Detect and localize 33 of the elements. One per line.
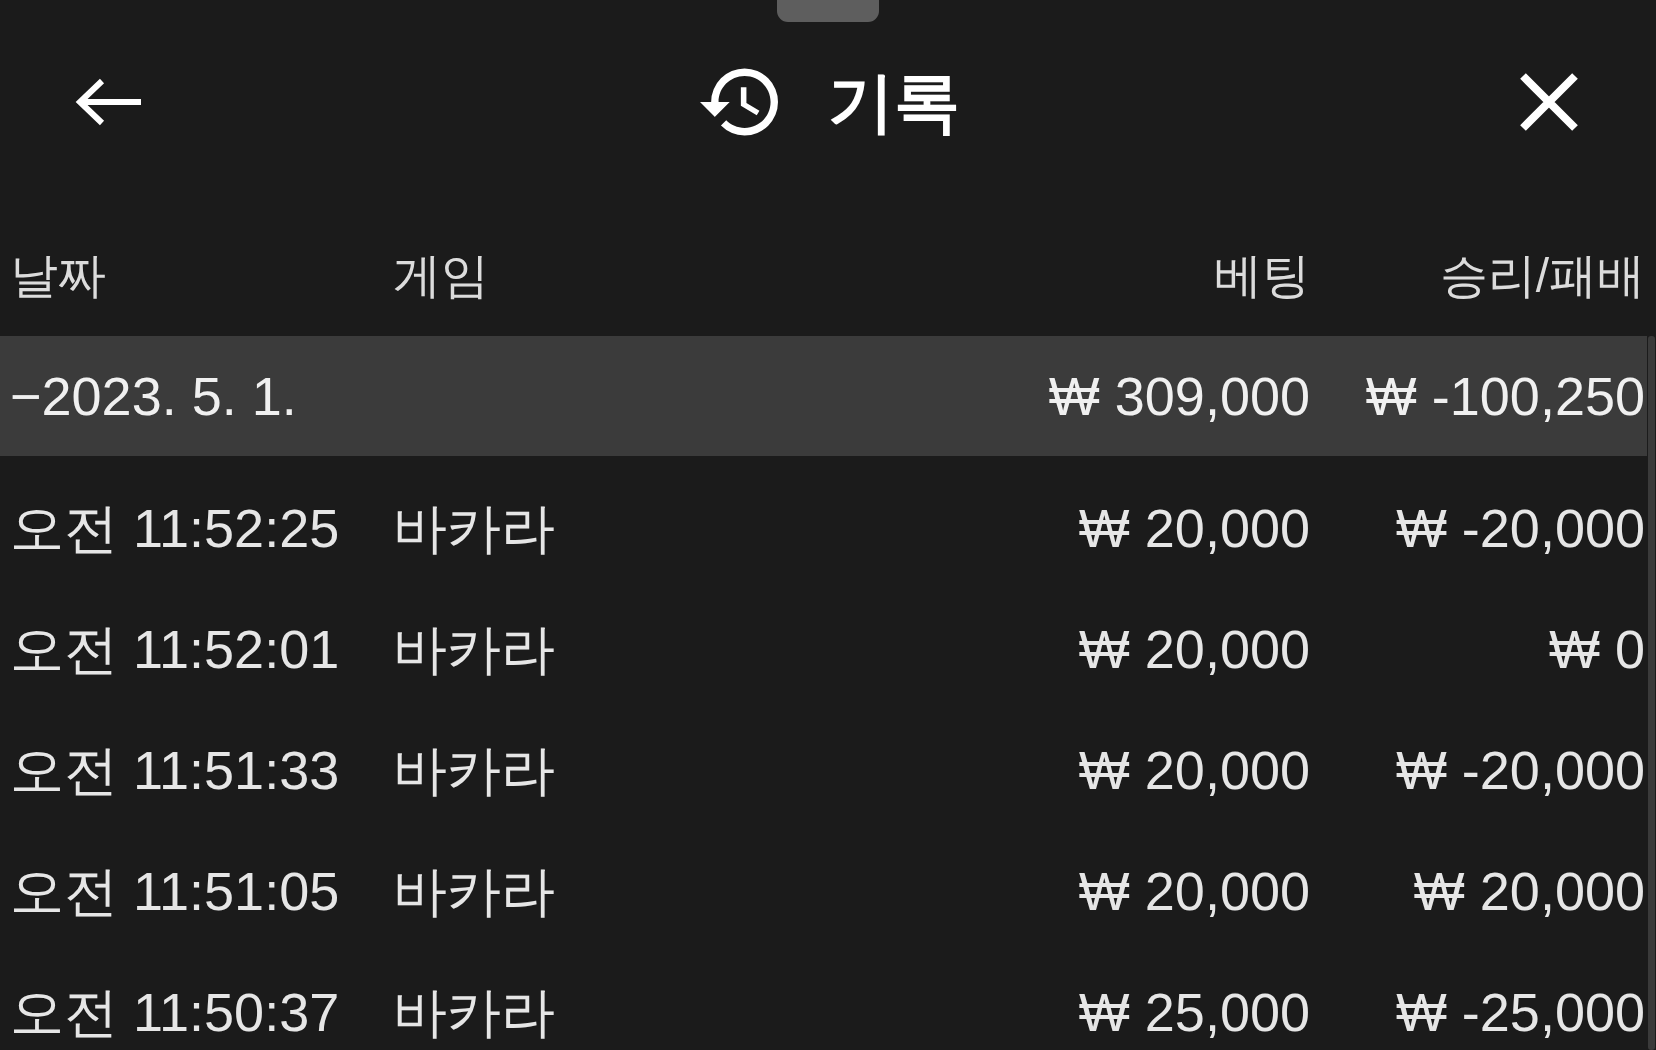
bet-cell: ₩ 20,000 [1078, 619, 1310, 679]
column-header[interactable]: 게임 [393, 249, 489, 302]
result-cell: ₩ 0 [1549, 619, 1645, 679]
result-cell: ₩ 20,000 [1413, 861, 1645, 921]
game-cell: 바카라 [393, 619, 555, 679]
result-cell: ₩ -20,000 [1395, 740, 1645, 800]
bet-cell: ₩ 20,000 [1078, 498, 1310, 558]
column-header[interactable]: 승리/패배 [1439, 249, 1645, 302]
time-cell: 오전 11:50:37 [10, 982, 340, 1042]
game-cell: 바카라 [393, 740, 555, 800]
result-cell: ₩ -25,000 [1395, 982, 1645, 1042]
result-cell: ₩ -20,000 [1395, 498, 1645, 558]
back-icon[interactable] [75, 78, 143, 126]
bet-cell: ₩ 309,000 [1048, 365, 1310, 426]
game-cell: 바카라 [393, 861, 555, 921]
date-group-row[interactable]: −2023. 5. 1. ₩ 309,000 ₩ -100,250 [0, 336, 1647, 456]
time-cell: 오전 11:52:25 [10, 498, 340, 558]
column-header[interactable]: 베팅 [1214, 249, 1310, 302]
time-cell: 오전 11:52:01 [10, 619, 340, 679]
history-icon [700, 67, 778, 137]
column-header[interactable]: 날짜 [10, 249, 106, 302]
drag-handle[interactable] [777, 0, 879, 22]
panel-title: 기록 [828, 65, 960, 139]
result-cell: ₩ -100,250 [1365, 365, 1645, 426]
bet-cell: ₩ 20,000 [1078, 861, 1310, 921]
bet-cell: ₩ 25,000 [1078, 982, 1310, 1042]
game-cell: 바카라 [393, 498, 555, 558]
scrollbar[interactable] [1648, 336, 1655, 1050]
date-cell: −2023. 5. 1. [10, 365, 297, 426]
game-cell: 바카라 [393, 982, 555, 1042]
time-cell: 오전 11:51:33 [10, 740, 340, 800]
bet-cell: ₩ 20,000 [1078, 740, 1310, 800]
time-cell: 오전 11:51:05 [10, 861, 340, 921]
